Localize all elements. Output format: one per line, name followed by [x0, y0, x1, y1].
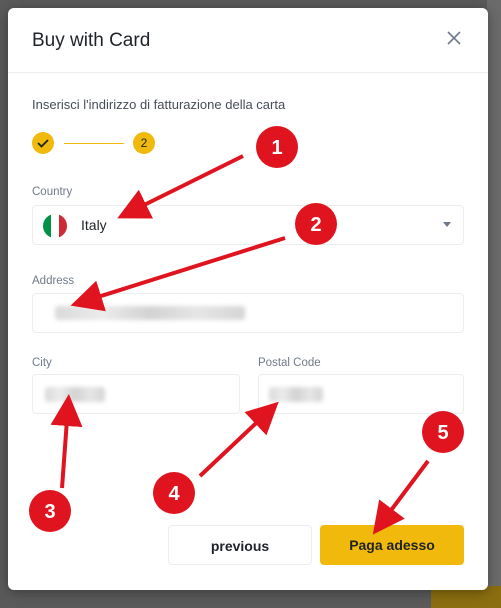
italy-flag-icon	[43, 214, 67, 238]
step-connector	[64, 143, 124, 144]
country-label: Country	[32, 186, 73, 198]
chevron-down-icon	[443, 222, 451, 227]
modal-header: Buy with Card	[8, 8, 488, 73]
stepper: 2	[32, 132, 172, 154]
postal-code-input[interactable]	[258, 374, 464, 414]
address-input[interactable]	[32, 293, 464, 333]
postal-code-value-redacted	[269, 387, 323, 402]
step-2-indicator: 2	[133, 132, 155, 154]
address-label: Address	[32, 275, 75, 287]
postal-code-label: Postal Code	[258, 357, 321, 369]
country-select[interactable]: Italy	[32, 205, 464, 245]
modal-title: Buy with Card	[32, 30, 151, 51]
pay-now-button[interactable]: Paga adesso	[320, 525, 464, 565]
country-value: Italy	[81, 217, 107, 233]
buy-with-card-modal: Buy with Card Inserisci l'indirizzo di f…	[8, 8, 488, 590]
address-value-redacted	[55, 306, 245, 320]
billing-instruction: Inserisci l'indirizzo di fatturazione de…	[32, 97, 286, 112]
city-input[interactable]	[32, 374, 240, 414]
check-icon	[37, 139, 49, 148]
step-1-done	[32, 132, 54, 154]
city-label: City	[32, 357, 52, 369]
background-scroll-strip	[487, 0, 501, 608]
close-icon[interactable]	[444, 28, 464, 48]
city-value-redacted	[45, 387, 105, 402]
previous-button[interactable]: previous	[168, 525, 312, 565]
